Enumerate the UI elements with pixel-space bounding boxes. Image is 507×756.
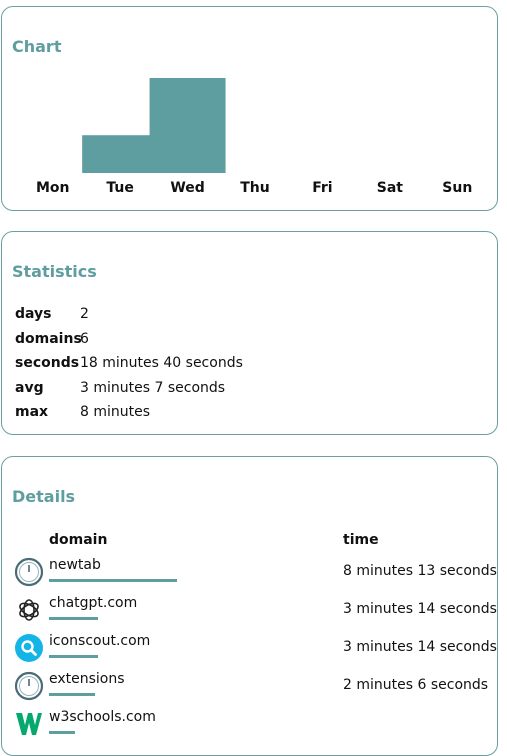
table-row[interactable]: newtab 8 minutes 13 seconds xyxy=(2,557,499,595)
row-domain[interactable]: extensions xyxy=(49,671,125,687)
x-tick-label-sat: Sat xyxy=(377,180,404,196)
details-title: Details xyxy=(12,487,76,506)
row-domain[interactable]: iconscout.com xyxy=(49,633,150,649)
usage-bar xyxy=(49,579,177,582)
stat-key: domains xyxy=(15,331,82,347)
stat-value: 18 minutes 40 seconds xyxy=(80,355,243,371)
table-row[interactable]: w3schools.com xyxy=(2,709,499,747)
openai-logo-icon xyxy=(19,599,39,621)
table-row[interactable]: chatgpt.com 3 minutes 14 seconds xyxy=(2,595,499,633)
weekly-bar-chart: Mon Tue Wed Thu Fri Sat Sun xyxy=(36,78,472,196)
row-time: 8 minutes 13 seconds xyxy=(343,563,497,579)
table-row[interactable]: extensions 2 minutes 6 seconds xyxy=(2,671,499,709)
stat-key: days xyxy=(15,306,52,322)
usage-bar xyxy=(49,731,75,734)
column-header-domain: domain xyxy=(49,532,108,548)
w3schools-logo-icon xyxy=(16,713,42,735)
statistics-title: Statistics xyxy=(12,262,97,281)
table-row[interactable]: iconscout.com 3 minutes 14 seconds xyxy=(2,633,499,671)
x-tick-label-fri: Fri xyxy=(312,180,332,196)
x-tick-label-sun: Sun xyxy=(442,180,472,196)
chart-card: Chart Mon Tue Wed Thu Fri Sat Sun xyxy=(1,6,498,211)
stat-value: 8 minutes xyxy=(80,404,151,420)
row-time: 2 minutes 6 seconds xyxy=(343,677,489,693)
row-domain[interactable]: newtab xyxy=(49,557,101,573)
search-magnifier-icon xyxy=(15,634,43,662)
column-header-time: time xyxy=(343,532,379,548)
x-tick-label-thu: Thu xyxy=(240,180,269,196)
x-tick-label-mon: Mon xyxy=(36,180,70,196)
stat-value: 6 xyxy=(80,331,89,347)
clock-icon xyxy=(14,557,44,587)
row-domain[interactable]: w3schools.com xyxy=(49,709,156,725)
stat-value: 2 xyxy=(80,306,89,322)
stat-value: 3 minutes 7 seconds xyxy=(80,380,226,396)
stat-key: avg xyxy=(15,380,44,396)
usage-bar xyxy=(49,617,98,620)
usage-bar xyxy=(49,655,98,658)
row-domain[interactable]: chatgpt.com xyxy=(49,595,137,611)
row-time: 3 minutes 14 seconds xyxy=(343,639,497,655)
statistics-card: Statistics days 2 domains 6 seconds 18 m… xyxy=(1,231,498,435)
bar-wed xyxy=(149,78,226,173)
clock-icon xyxy=(14,671,44,701)
x-tick-label-wed: Wed xyxy=(170,180,204,196)
bar-tue xyxy=(82,135,159,173)
row-time: 3 minutes 14 seconds xyxy=(343,601,497,617)
stat-key: max xyxy=(15,404,49,420)
details-card: Details domain time newtab 8 minutes 13 … xyxy=(1,456,498,756)
usage-bar xyxy=(49,693,95,696)
x-tick-label-tue: Tue xyxy=(106,180,133,196)
stat-key: seconds xyxy=(15,355,80,371)
